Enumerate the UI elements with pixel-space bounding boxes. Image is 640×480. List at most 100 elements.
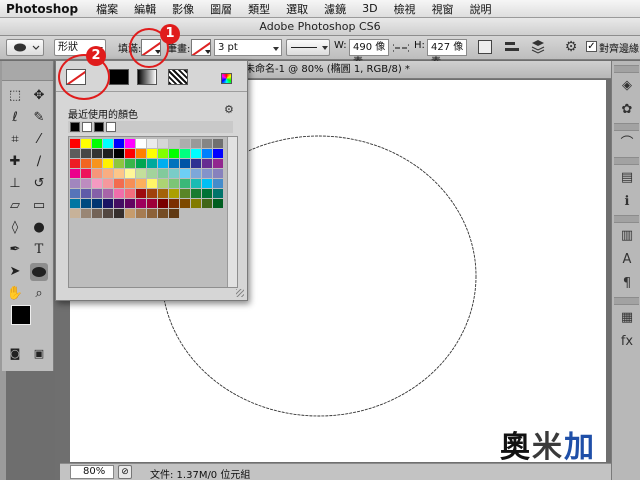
fill-type-pattern[interactable]	[168, 69, 188, 85]
color-swatch[interactable]	[202, 149, 212, 158]
color-swatch[interactable]	[70, 139, 80, 148]
quick-select-icon[interactable]: ✎	[30, 109, 48, 127]
color-swatch[interactable]	[147, 159, 157, 168]
color-swatch[interactable]	[92, 149, 102, 158]
color-swatch[interactable]	[92, 159, 102, 168]
color-swatch[interactable]	[147, 149, 157, 158]
color-swatch[interactable]	[158, 169, 168, 178]
color-swatch[interactable]	[81, 159, 91, 168]
channels-icon[interactable]: ✿	[618, 101, 636, 119]
stroke-type-select[interactable]	[286, 39, 330, 56]
color-swatch[interactable]	[213, 179, 223, 188]
color-swatch[interactable]	[158, 139, 168, 148]
color-swatch[interactable]	[114, 199, 124, 208]
width-field[interactable]: 490 像素	[349, 39, 389, 68]
stamp-icon[interactable]: ⊥	[6, 175, 24, 193]
menu-window[interactable]: 視窗	[424, 1, 462, 17]
color-swatch[interactable]	[81, 199, 91, 208]
color-swatch[interactable]	[202, 169, 212, 178]
color-swatch[interactable]	[114, 169, 124, 178]
menu-file[interactable]: 檔案	[88, 1, 126, 17]
color-swatch[interactable]	[125, 159, 135, 168]
color-swatch[interactable]	[103, 179, 113, 188]
paths-icon[interactable]: ⌒	[618, 135, 636, 153]
color-swatch[interactable]	[147, 169, 157, 178]
color-swatch[interactable]	[136, 169, 146, 178]
color-swatch[interactable]	[125, 189, 135, 198]
app-menu[interactable]: Photoshop	[0, 2, 88, 16]
color-swatch[interactable]	[114, 139, 124, 148]
color-swatch[interactable]	[158, 159, 168, 168]
color-swatch[interactable]	[125, 139, 135, 148]
color-swatch[interactable]	[136, 159, 146, 168]
color-swatch[interactable]	[70, 199, 80, 208]
color-swatch[interactable]	[103, 159, 113, 168]
hand-icon[interactable]: ✋	[6, 285, 24, 303]
color-swatch[interactable]	[92, 189, 102, 198]
stroke-width-field[interactable]: 3 pt	[214, 39, 282, 56]
brush-icon[interactable]: ∕	[30, 153, 48, 171]
link-icon[interactable]	[390, 42, 412, 54]
color-swatch[interactable]	[202, 179, 212, 188]
fill-type-solid[interactable]	[109, 69, 129, 85]
gear-icon[interactable]: ⚙	[563, 39, 579, 55]
color-swatch[interactable]	[180, 139, 190, 148]
recent-color-swatch[interactable]	[94, 122, 104, 132]
menu-image[interactable]: 影像	[164, 1, 202, 17]
adjustments-icon[interactable]: ▤	[618, 169, 636, 187]
color-swatch[interactable]	[169, 209, 179, 218]
color-swatch[interactable]	[103, 169, 113, 178]
color-swatch[interactable]	[70, 189, 80, 198]
zoom-icon[interactable]: ⌕	[30, 285, 48, 303]
crop-icon[interactable]: ⌗	[6, 131, 24, 149]
color-swatch[interactable]	[103, 209, 113, 218]
styles-icon[interactable]: fx	[618, 333, 636, 351]
quick-mask-icon[interactable]: ◙	[6, 345, 24, 363]
recent-color-swatch[interactable]	[106, 122, 116, 132]
color-swatch[interactable]	[81, 189, 91, 198]
color-swatch[interactable]	[136, 179, 146, 188]
path-arrangement-icon[interactable]	[530, 39, 546, 55]
eyedropper-icon[interactable]: ⁄	[30, 131, 48, 149]
screen-mode-icon[interactable]: ▣	[30, 345, 48, 363]
zoom-field[interactable]: 80%	[70, 465, 114, 479]
color-swatch[interactable]	[81, 169, 91, 178]
stroke-swatch[interactable]	[191, 39, 211, 56]
history-brush-icon[interactable]: ↺	[30, 175, 48, 193]
menu-layer[interactable]: 圖層	[202, 1, 240, 17]
color-swatch[interactable]	[191, 199, 201, 208]
color-swatch[interactable]	[114, 149, 124, 158]
color-swatch[interactable]	[158, 199, 168, 208]
color-swatch[interactable]	[70, 149, 80, 158]
color-swatch[interactable]	[213, 199, 223, 208]
menu-view[interactable]: 檢視	[386, 1, 424, 17]
color-swatch[interactable]	[169, 179, 179, 188]
color-swatch[interactable]	[169, 199, 179, 208]
color-swatch[interactable]	[125, 149, 135, 158]
align-edges-checkbox[interactable]: ✓	[586, 41, 597, 52]
healing-icon[interactable]: ✚	[6, 153, 24, 171]
marquee-icon[interactable]: ⬚	[6, 87, 24, 105]
color-swatch[interactable]	[136, 139, 146, 148]
color-swatch[interactable]	[158, 179, 168, 188]
color-swatch[interactable]	[114, 179, 124, 188]
menu-help[interactable]: 說明	[462, 1, 500, 17]
color-swatch[interactable]	[147, 189, 157, 198]
color-swatch[interactable]	[70, 169, 80, 178]
color-swatch[interactable]	[103, 199, 113, 208]
color-swatch[interactable]	[191, 149, 201, 158]
color-swatch[interactable]	[169, 139, 179, 148]
color-swatch[interactable]	[81, 179, 91, 188]
color-swatch[interactable]	[158, 189, 168, 198]
color-swatch[interactable]	[191, 189, 201, 198]
move-icon[interactable]: ✥	[30, 87, 48, 105]
color-swatch[interactable]	[92, 199, 102, 208]
color-swatch[interactable]	[70, 209, 80, 218]
foreground-color[interactable]	[11, 305, 31, 325]
color-swatch[interactable]	[180, 189, 190, 198]
pen-icon[interactable]: ✒	[6, 241, 24, 259]
color-swatch[interactable]	[180, 149, 190, 158]
gear-icon[interactable]: ⚙	[224, 103, 234, 116]
swatch-scrollbar[interactable]	[227, 137, 237, 287]
color-swatch[interactable]	[114, 209, 124, 218]
